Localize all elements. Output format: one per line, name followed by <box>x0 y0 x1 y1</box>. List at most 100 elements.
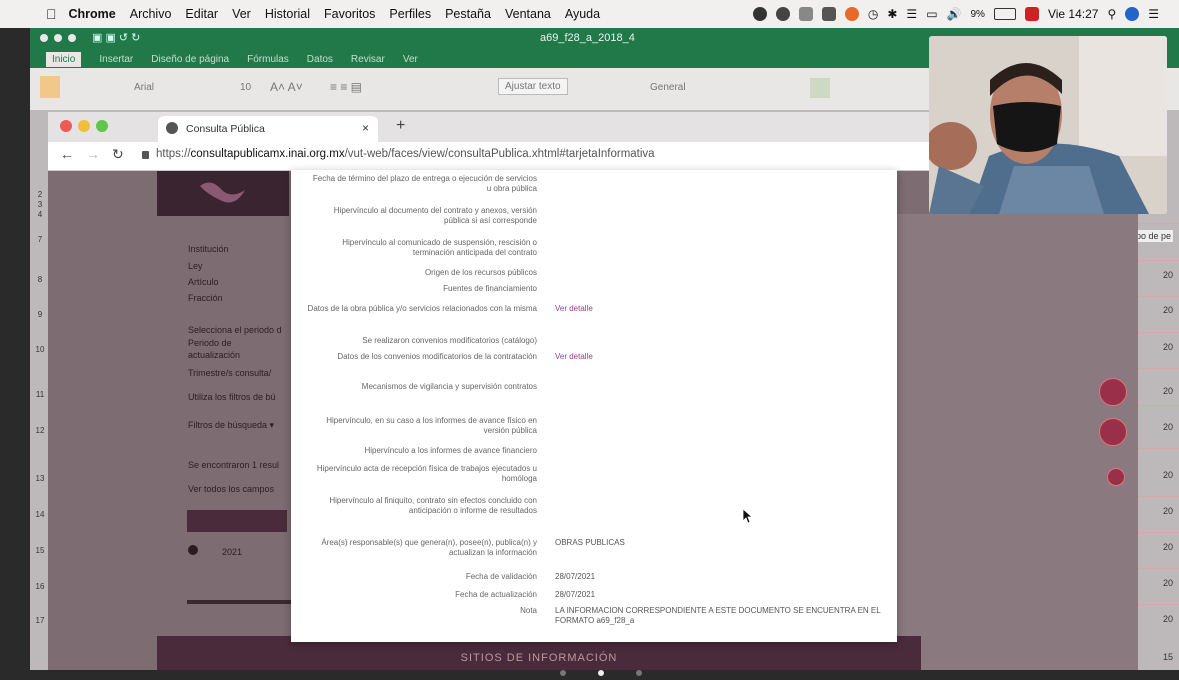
menu-item-pestana[interactable]: Pestaña <box>445 7 491 21</box>
menu-item-ayuda[interactable]: Ayuda <box>565 7 600 21</box>
reload-icon[interactable]: ↻ <box>112 146 124 163</box>
view-all-fields-link[interactable]: Ver todos los campos <box>188 484 274 494</box>
ver-detalle-obra-link[interactable]: Ver detalle <box>555 304 885 314</box>
siri-icon[interactable] <box>1125 7 1140 21</box>
paste-icon[interactable] <box>40 76 60 98</box>
excel-tab-inicio[interactable]: Inicio <box>46 51 82 67</box>
forward-arrow-icon[interactable]: → <box>86 146 100 162</box>
clock-history-icon[interactable]: ◷ <box>868 7 878 21</box>
browser-tab[interactable]: Consulta Pública × <box>158 116 378 142</box>
cell-value: 20 <box>1162 305 1173 315</box>
help-icon[interactable] <box>1107 468 1125 486</box>
field-label: Datos de los convenios modificatorios de… <box>337 352 537 361</box>
column-header-right: po de pe <box>1133 230 1173 242</box>
action-button[interactable] <box>187 510 287 532</box>
app-status-icon[interactable] <box>844 7 859 21</box>
search-filters-toggle[interactable]: Filtros de búsqueda ▾ <box>188 420 274 431</box>
excel-tab-formulas[interactable]: Fórmulas <box>247 54 289 65</box>
wrap-text-button[interactable]: Ajustar texto <box>498 78 568 95</box>
lock-icon[interactable] <box>142 151 149 159</box>
excel-tab-ver[interactable]: Ver <box>403 54 418 65</box>
year-value: 2021 <box>222 547 243 557</box>
alert-icon[interactable] <box>1099 378 1127 406</box>
filter-label-ley: Ley <box>188 261 203 271</box>
cell-value: 20 <box>1162 270 1173 280</box>
back-arrow-icon[interactable]: ← <box>60 146 74 162</box>
excel-tab-revisar[interactable]: Revisar <box>351 54 385 65</box>
align-icon[interactable]: ≡ ≡ ▤ <box>330 80 362 94</box>
volume-icon[interactable]: 🔊 <box>947 7 962 21</box>
window-close-icon[interactable] <box>40 34 48 42</box>
menu-item-perfiles[interactable]: Perfiles <box>389 7 431 21</box>
conditional-format-icon[interactable] <box>810 78 830 98</box>
wifi-icon[interactable]: ☰ <box>906 7 917 21</box>
font-size-select[interactable]: 10 <box>240 82 251 93</box>
camera-icon[interactable] <box>752 7 767 21</box>
menu-item-archivo[interactable]: Archivo <box>130 7 172 21</box>
settings-icon[interactable] <box>1099 418 1127 446</box>
menu-item-editar[interactable]: Editar <box>185 7 218 21</box>
flag-icon[interactable] <box>1024 7 1039 21</box>
chrome-zoom-icon[interactable] <box>96 120 108 132</box>
chrome-close-icon[interactable] <box>60 120 72 132</box>
drive-icon[interactable] <box>821 7 836 21</box>
record-icon[interactable] <box>775 7 790 21</box>
quick-access-icons[interactable]: ▣ ▣ ↺ ↻ <box>92 31 140 44</box>
menu-item-historial[interactable]: Historial <box>265 7 310 21</box>
font-grow-icon[interactable]: A˄ A˅ <box>270 80 303 94</box>
tab-close-icon[interactable]: × <box>362 121 369 135</box>
ver-detalle-convenios-link[interactable]: Ver detalle <box>555 352 885 362</box>
detail-modal: Fecha de término del plazo de entrega o … <box>291 170 897 642</box>
apple-icon[interactable]:  <box>46 6 57 22</box>
dock-dot <box>560 670 566 676</box>
excel-tab-insertar[interactable]: Insertar <box>99 54 133 65</box>
battery-icon[interactable] <box>993 8 1016 20</box>
cell-value: 20 <box>1162 470 1173 480</box>
clock[interactable]: Vie 14:27 <box>1048 7 1099 21</box>
window-minimize-icon[interactable] <box>54 34 62 42</box>
chrome-minimize-icon[interactable] <box>78 120 90 132</box>
field-value: LA INFORMACION CORRESPONDIENTE A ESTE DO… <box>555 606 881 625</box>
window-zoom-icon[interactable] <box>68 34 76 42</box>
webcam-overlay <box>929 36 1167 214</box>
results-count: Se encontraron 1 resul <box>188 460 280 470</box>
zoom-value: 15 <box>1162 652 1173 662</box>
extension-icon[interactable] <box>798 7 813 21</box>
menu-bar:  Chrome Archivo Editar Ver Historial Fa… <box>0 0 1179 28</box>
site-logo-icon <box>200 182 245 203</box>
row-number: 16 <box>35 582 45 591</box>
field-value: 28/07/2021 <box>555 590 596 599</box>
search-icon[interactable]: ⚲ <box>1107 7 1116 21</box>
cell-value: 20 <box>1162 542 1173 552</box>
dock-dot <box>636 670 642 676</box>
menu-item-favoritos[interactable]: Favoritos <box>324 7 375 21</box>
font-name-select[interactable]: Arial <box>134 82 154 93</box>
cell-value: 20 <box>1162 578 1173 588</box>
info-icon[interactable] <box>188 545 198 555</box>
field-label: Fuentes de financiamiento <box>443 284 537 293</box>
address-bar[interactable]: https://consultapublicamx.inai.org.mx/vu… <box>156 148 655 160</box>
url-path: /vut-web/faces/view/consultaPublica.xhtm… <box>344 148 655 160</box>
dock-indicator <box>540 670 660 678</box>
excel-tab-diseno[interactable]: Diseño de página <box>151 54 229 65</box>
field-label: Hipervínculo al finiquito, contrato sin … <box>329 496 537 515</box>
filter-label-articulo: Artículo <box>188 277 219 287</box>
control-center-icon[interactable]: ☰ <box>1148 7 1159 21</box>
globe-icon <box>166 122 178 134</box>
page-right-panel <box>897 214 1138 670</box>
excel-tab-datos[interactable]: Datos <box>307 54 333 65</box>
menu-app-name[interactable]: Chrome <box>69 7 116 21</box>
field-label: Fecha de actualización <box>455 590 537 599</box>
row-number: 7 <box>37 235 43 244</box>
webcam-person-image <box>929 36 1167 214</box>
cell-value: 20 <box>1162 342 1173 352</box>
cell-value: 20 <box>1162 506 1173 516</box>
airplay-icon[interactable]: ▭ <box>926 7 937 21</box>
new-tab-icon[interactable]: + <box>396 117 405 135</box>
bluetooth-icon[interactable]: ✱ <box>887 7 897 21</box>
menu-item-ventana[interactable]: Ventana <box>505 7 551 21</box>
field-label: Mecanismos de vigilancia y supervisión c… <box>361 382 537 391</box>
filter-label-institucion: Institución <box>188 244 229 254</box>
number-format-select[interactable]: General <box>650 82 686 93</box>
menu-item-ver[interactable]: Ver <box>232 7 251 21</box>
